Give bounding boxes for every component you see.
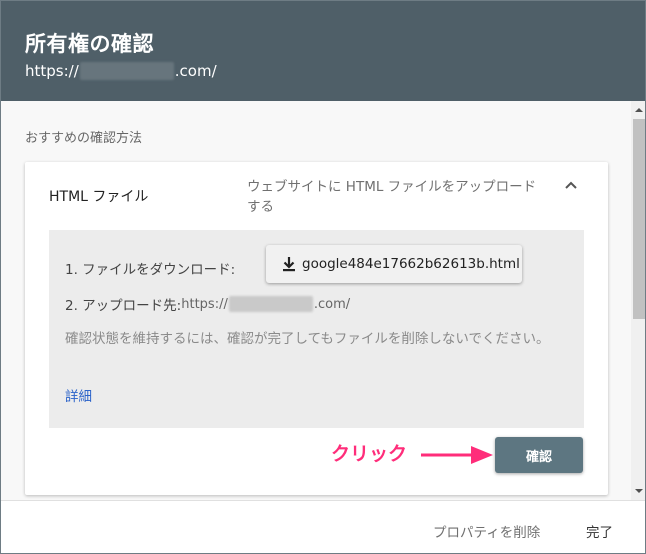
keep-file-note: 確認状態を維持するには、確認が完了してもファイルを削除しないでください。: [65, 331, 550, 347]
dialog-title: 所有権の確認: [25, 32, 154, 56]
download-file-button[interactable]: google484e17662b62613b.html: [266, 245, 522, 283]
method-description: ウェブサイトに HTML ファイルをアップロードする: [247, 179, 537, 215]
method-title: HTML ファイル: [49, 189, 149, 205]
redacted-domain: [79, 62, 174, 80]
redacted-dest-domain: [228, 296, 313, 312]
html-file-method-card: HTML ファイル ウェブサイトに HTML ファイルをアップロードする 1. …: [25, 162, 608, 495]
annotation-arrow-icon: [421, 446, 493, 464]
dialog-footer: プロパティを削除 完了: [1, 500, 645, 553]
dialog-header: 所有権の確認 https:// .com/: [1, 1, 645, 101]
method-instructions: 1. ファイルをダウンロード: google484e17662b62613b.h…: [49, 230, 584, 428]
confirm-button[interactable]: 確認: [495, 437, 583, 473]
details-link[interactable]: 詳細: [65, 385, 92, 405]
dest-suffix: .com/: [313, 296, 351, 312]
download-icon: [283, 257, 295, 272]
chevron-up-icon[interactable]: [561, 176, 581, 196]
dialog-scrollbar[interactable]: [631, 101, 645, 500]
scroll-up-icon[interactable]: [634, 105, 644, 115]
step2-row: 2. アップロード先: https:// .com/: [65, 294, 350, 314]
step1-label: 1. ファイルをダウンロード:: [65, 262, 236, 278]
url-suffix: .com/: [174, 62, 217, 80]
click-annotation-label: クリック: [331, 443, 408, 465]
done-button[interactable]: 完了: [586, 521, 613, 541]
scroll-thumb[interactable]: [633, 119, 645, 319]
verify-ownership-dialog: 所有権の確認 https:// .com/ おすすめの確認方法 HTML ファイ…: [0, 0, 646, 554]
dialog-body: おすすめの確認方法 HTML ファイル ウェブサイトに HTML ファイルをアッ…: [1, 101, 645, 500]
delete-property-button[interactable]: プロパティを削除: [433, 521, 540, 541]
upload-destination: https:// .com/: [181, 296, 350, 312]
property-url: https:// .com/: [25, 62, 217, 80]
scroll-down-icon[interactable]: [634, 486, 644, 496]
recommended-method-label: おすすめの確認方法: [25, 131, 143, 146]
step2-label: 2. アップロード先:: [65, 298, 182, 314]
dest-prefix: https://: [181, 296, 228, 312]
download-file-name: google484e17662b62613b.html: [302, 256, 520, 272]
url-prefix: https://: [25, 62, 79, 80]
